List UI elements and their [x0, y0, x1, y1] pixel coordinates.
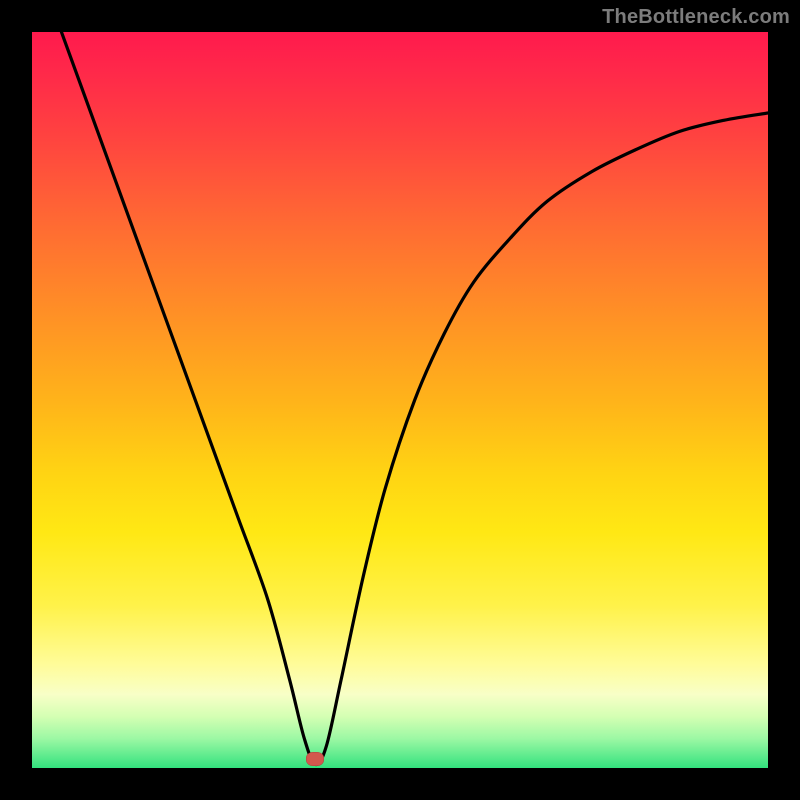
chart-frame: TheBottleneck.com	[0, 0, 800, 800]
curve-layer	[32, 32, 768, 768]
watermark-text: TheBottleneck.com	[602, 6, 790, 29]
optimal-point-marker	[306, 752, 324, 766]
bottleneck-curve	[61, 32, 768, 764]
plot-area	[32, 32, 768, 768]
